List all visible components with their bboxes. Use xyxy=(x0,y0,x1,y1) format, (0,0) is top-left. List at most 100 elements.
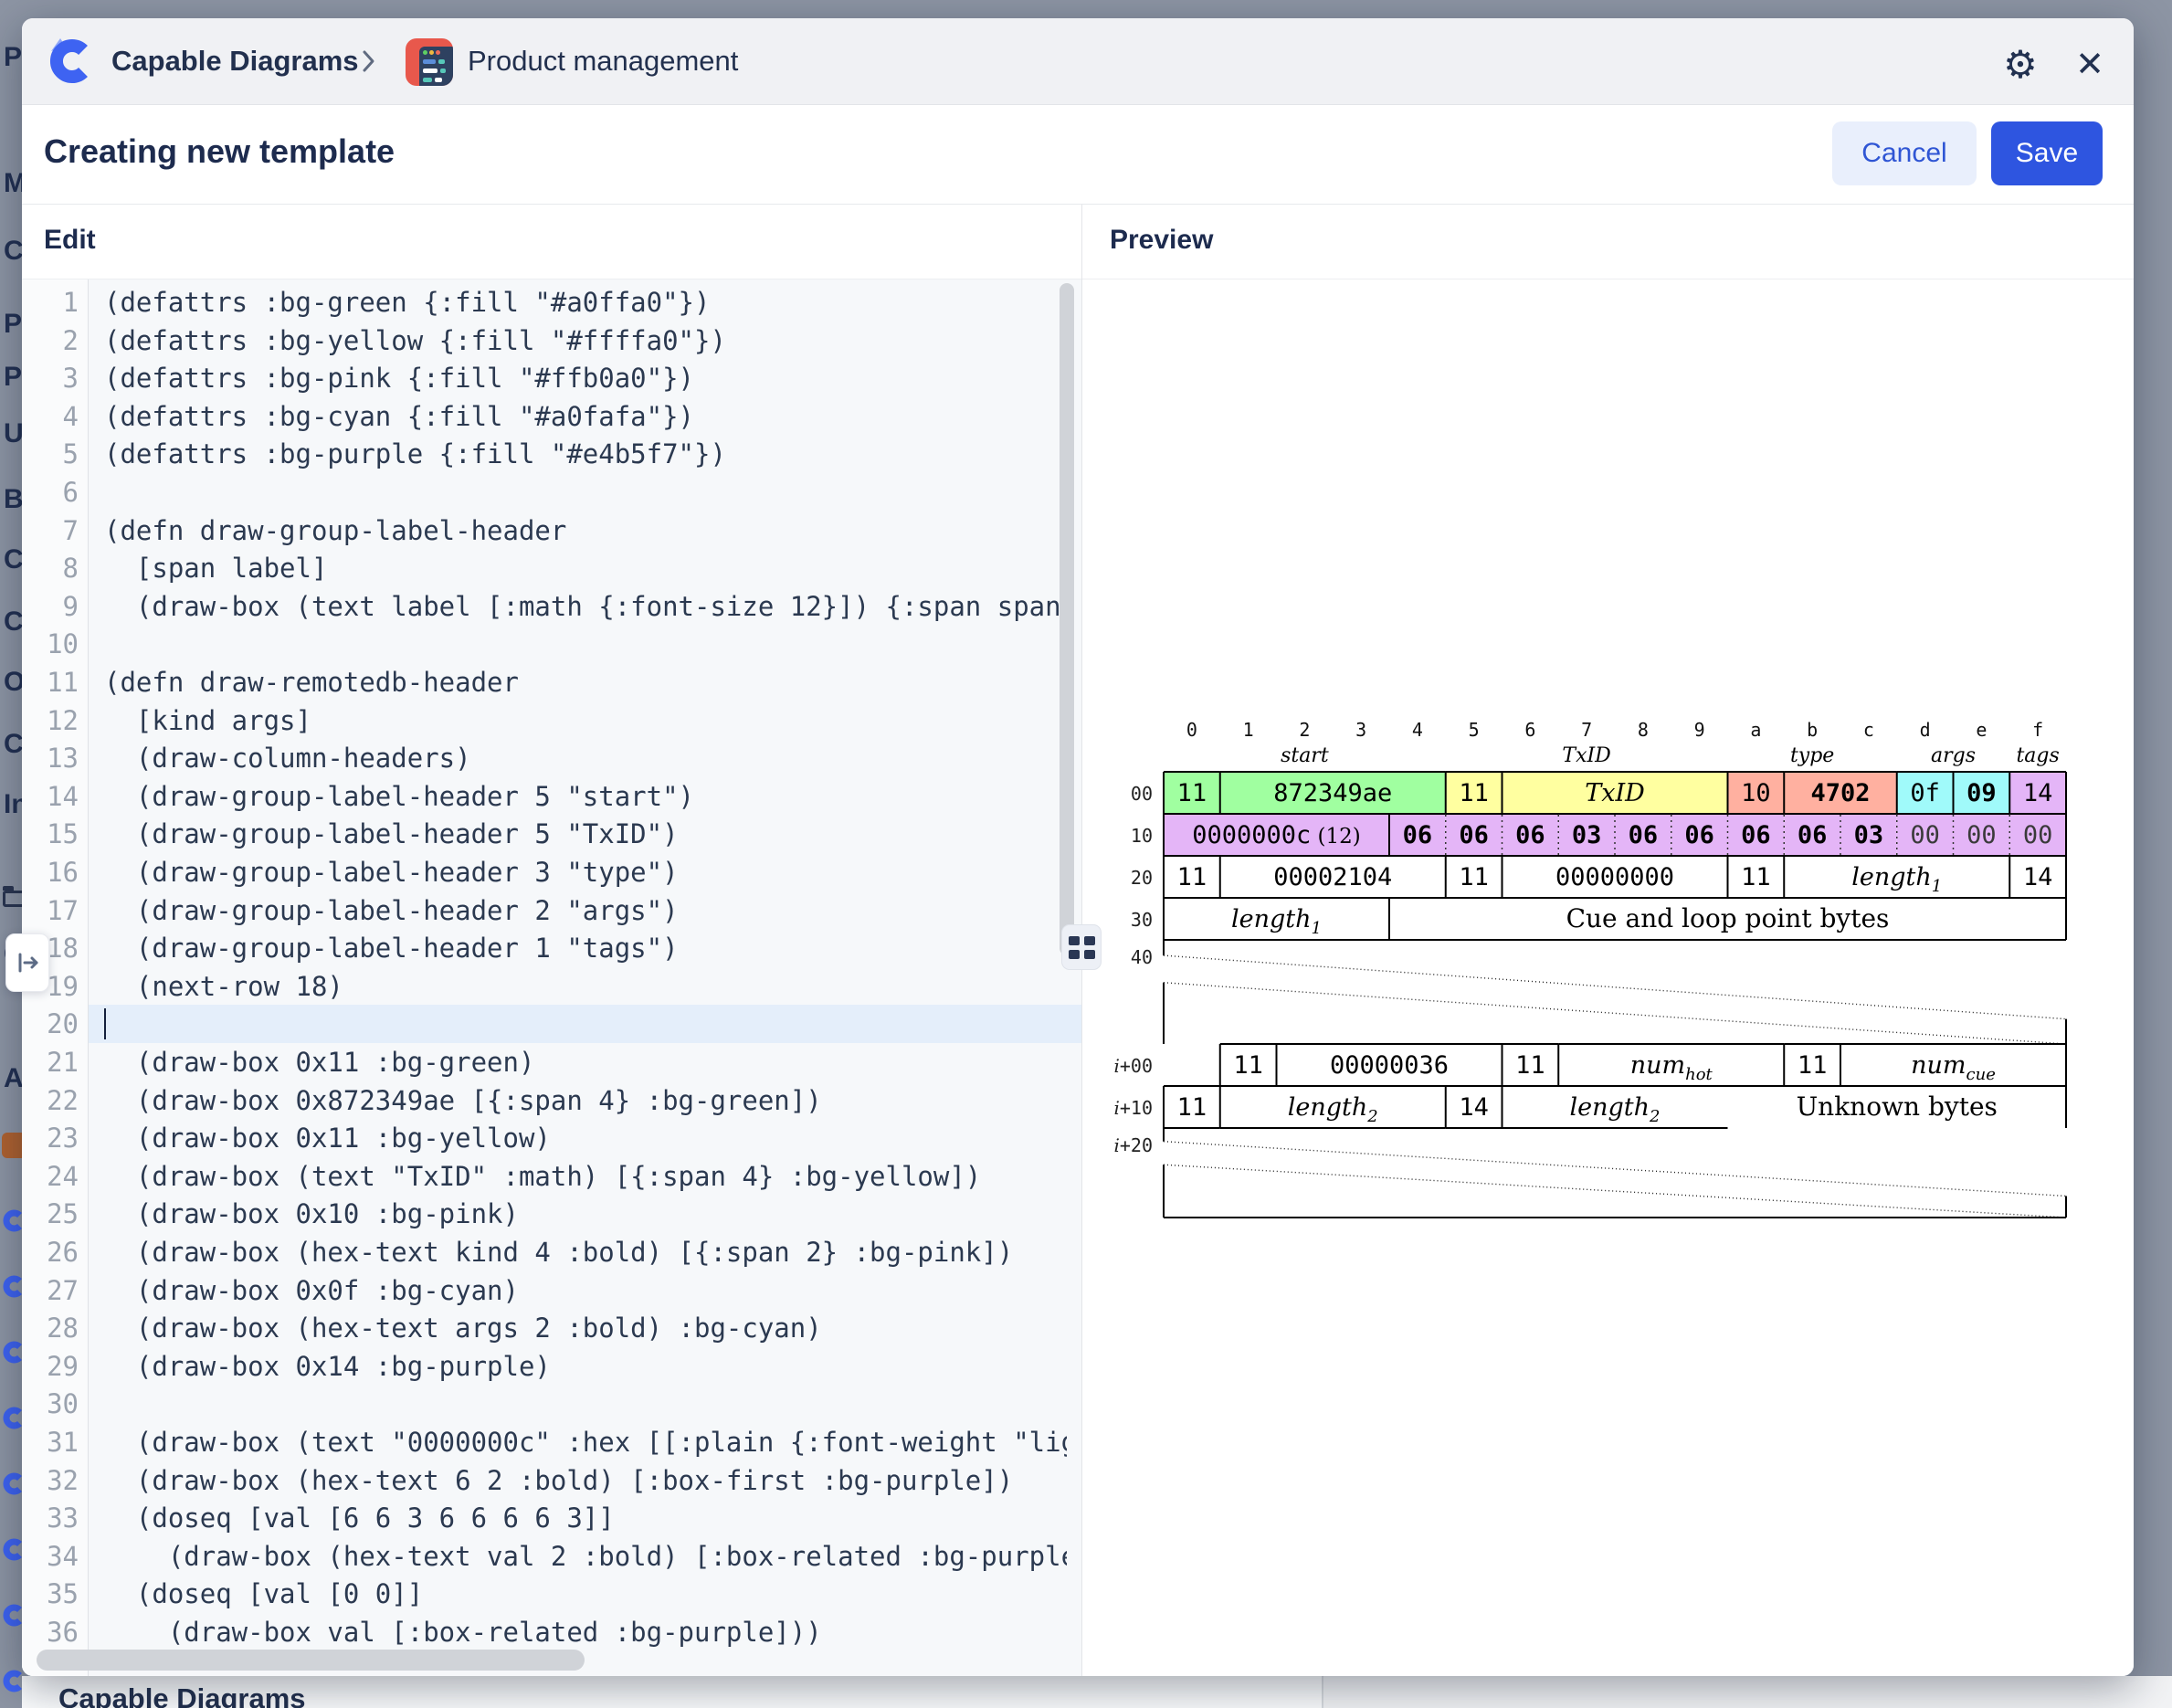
code-line: (draw-column-headers) xyxy=(104,739,1067,777)
svg-text:00: 00 xyxy=(1131,783,1153,805)
svg-text:start: start xyxy=(1281,744,1329,767)
line-number: 15 xyxy=(22,815,79,853)
svg-text:11: 11 xyxy=(1515,1051,1545,1080)
svg-text:type: type xyxy=(1790,744,1834,767)
expand-sidebar-button[interactable] xyxy=(5,933,49,992)
new-template-dialog: Capable Diagrams Product management xyxy=(22,18,2134,1676)
capable-logo-icon xyxy=(47,35,95,86)
svg-text:20: 20 xyxy=(1131,867,1153,889)
product-management-icon xyxy=(406,38,453,86)
code-line: (draw-box (hex-text kind 4 :bold) [{:spa… xyxy=(104,1233,1067,1271)
line-number: 36 xyxy=(22,1613,79,1651)
editor-vertical-scrollbar[interactable] xyxy=(1060,283,1074,955)
svg-text:4702: 4702 xyxy=(1810,779,1870,807)
byte-field-diagram: 0123456789abcdefstartTxIDtypeargstags001… xyxy=(1096,720,2075,1240)
code-line: (doseq [val [6 6 3 6 6 6 6 3]] xyxy=(104,1499,1067,1537)
svg-text:c: c xyxy=(1863,720,1874,741)
line-number: 12 xyxy=(22,701,79,740)
svg-text:6: 6 xyxy=(1524,720,1535,741)
svg-text:length2: length2 xyxy=(1288,1093,1378,1126)
line-number: 7 xyxy=(22,511,79,550)
svg-text:TxID: TxID xyxy=(1562,744,1611,767)
preview-panel: 0123456789abcdefstartTxIDtypeargstags001… xyxy=(1082,279,2134,1676)
line-number: 17 xyxy=(22,891,79,930)
text-cursor xyxy=(104,1008,106,1039)
svg-text:11: 11 xyxy=(1459,779,1489,807)
editor-horizontal-scrollbar[interactable] xyxy=(37,1650,585,1671)
svg-text:11: 11 xyxy=(1233,1051,1263,1080)
svg-text:i+00: i+00 xyxy=(1113,1055,1153,1077)
svg-text:14: 14 xyxy=(1459,1093,1489,1122)
active-line-highlight xyxy=(89,1005,1081,1043)
code-line: (draw-group-label-header 5 "TxID") xyxy=(104,815,1067,853)
svg-text:11: 11 xyxy=(1798,1051,1828,1080)
svg-text:a: a xyxy=(1750,720,1761,741)
code-line: (draw-group-label-header 1 "tags") xyxy=(104,929,1067,967)
code-line: (draw-box val [:box-related :bg-purple])… xyxy=(104,1613,1067,1651)
line-number: 25 xyxy=(22,1195,79,1233)
svg-text:length1: length1 xyxy=(1231,905,1322,938)
svg-text:00: 00 xyxy=(1966,821,1997,849)
svg-text:06: 06 xyxy=(1403,821,1433,849)
svg-text:tags: tags xyxy=(2016,744,2059,767)
svg-text:8: 8 xyxy=(1638,720,1649,741)
svg-text:06: 06 xyxy=(1515,821,1545,849)
cancel-button[interactable]: Cancel xyxy=(1832,121,1977,185)
line-number: 22 xyxy=(22,1081,79,1120)
line-number: 11 xyxy=(22,663,79,701)
save-button[interactable]: Save xyxy=(1991,121,2103,185)
line-number: 13 xyxy=(22,739,79,777)
svg-text:3: 3 xyxy=(1355,720,1366,741)
background-app-title: Capable Diagrams xyxy=(58,1682,306,1708)
svg-text:Unknown bytes: Unknown bytes xyxy=(1797,1091,1998,1122)
breadcrumb-app[interactable]: Capable Diagrams xyxy=(111,45,359,78)
code-line: (draw-box (text label [:math {:font-size… xyxy=(104,587,1067,626)
line-number: 6 xyxy=(22,473,79,511)
svg-text:10: 10 xyxy=(1131,825,1153,847)
sidebar-expand-icon xyxy=(15,950,40,975)
svg-text:2: 2 xyxy=(1299,720,1310,741)
svg-text:d: d xyxy=(1920,720,1931,741)
svg-text:11: 11 xyxy=(1177,863,1207,891)
svg-text:14: 14 xyxy=(2023,779,2053,807)
edit-panel-title: Edit xyxy=(44,225,96,256)
code-line: (doseq [val [0 0]] xyxy=(104,1575,1067,1613)
svg-text:i+20: i+20 xyxy=(1113,1134,1153,1156)
line-number: 21 xyxy=(22,1043,79,1081)
close-button[interactable]: ✕ xyxy=(2066,40,2114,88)
preview-panel-title: Preview xyxy=(1110,225,1213,256)
svg-text:11: 11 xyxy=(1459,863,1489,891)
breadcrumb-page[interactable]: Product management xyxy=(468,45,738,78)
svg-text:09: 09 xyxy=(1966,779,1997,807)
line-number: 34 xyxy=(22,1537,79,1576)
svg-text:numhot: numhot xyxy=(1630,1051,1713,1084)
svg-text:b: b xyxy=(1807,720,1818,741)
code-line: (draw-box (text "0000000c" :hex [[:plain… xyxy=(104,1423,1067,1461)
line-number: 29 xyxy=(22,1347,79,1386)
svg-text:9: 9 xyxy=(1694,720,1705,741)
svg-text:14: 14 xyxy=(2023,863,2053,891)
svg-text:length1: length1 xyxy=(1851,863,1942,896)
code-line: (defattrs :bg-yellow {:fill "#ffffa0"}) xyxy=(104,322,1067,360)
svg-text:numcue: numcue xyxy=(1911,1051,1996,1084)
line-number: 8 xyxy=(22,549,79,587)
divider-drag-handle[interactable] xyxy=(1061,924,1102,970)
svg-text:06: 06 xyxy=(1629,821,1659,849)
close-icon: ✕ xyxy=(2075,44,2104,85)
code-editor[interactable]: 1(defattrs :bg-green {:fill "#a0ffa0"})2… xyxy=(22,279,1081,1676)
code-line: (defn draw-remotedb-header xyxy=(104,663,1067,701)
code-line: (draw-box 0x14 :bg-purple) xyxy=(104,1347,1067,1386)
line-number: 5 xyxy=(22,435,79,473)
gear-icon: ⚙ xyxy=(2003,42,2038,87)
line-number: 9 xyxy=(22,587,79,626)
svg-text:30: 30 xyxy=(1131,909,1153,931)
panel-headers: Edit Preview xyxy=(22,205,2134,279)
code-line: (defattrs :bg-pink {:fill "#ffb0a0"}) xyxy=(104,359,1067,397)
code-line: (draw-box 0x872349ae [{:span 4} :bg-gree… xyxy=(104,1081,1067,1120)
settings-button[interactable]: ⚙ xyxy=(1997,40,2044,88)
svg-text:00: 00 xyxy=(1910,821,1940,849)
line-number: 1 xyxy=(22,283,79,322)
code-line: (draw-box (text "TxID" :math) [{:span 4}… xyxy=(104,1157,1067,1196)
line-number: 35 xyxy=(22,1575,79,1613)
svg-text:11: 11 xyxy=(1177,779,1207,807)
